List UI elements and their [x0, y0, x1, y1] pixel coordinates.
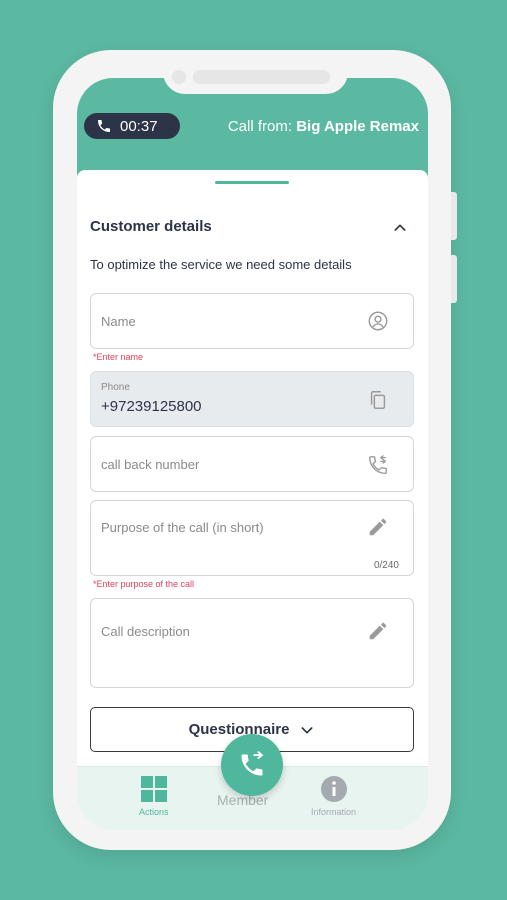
call-timer[interactable]: 00:37	[84, 113, 180, 139]
description-placeholder: Call description	[101, 624, 190, 639]
callback-field[interactable]: call back number	[90, 436, 414, 492]
nav-information-label: Information	[311, 807, 357, 817]
timer-value: 00:37	[120, 117, 158, 135]
phone-icon	[98, 120, 110, 132]
chevron-up-icon[interactable]	[392, 220, 408, 236]
name-field[interactable]: Name	[90, 293, 414, 349]
pencil-icon	[369, 518, 387, 536]
purpose-error: *Enter purpose of the call	[93, 579, 195, 589]
purpose-placeholder: Purpose of the call (in short)	[101, 520, 264, 535]
callback-icon	[369, 455, 387, 474]
nav-actions-label: Actions	[139, 807, 169, 817]
name-error: *Enter name	[93, 352, 144, 362]
description-field[interactable]: Call description	[90, 598, 414, 688]
chevron-down-icon	[301, 726, 313, 733]
purpose-counter: 0/240	[373, 560, 399, 571]
camera-dot	[172, 70, 186, 84]
grid-icon	[140, 776, 167, 802]
call-transfer-icon	[241, 751, 264, 776]
info-icon	[320, 776, 347, 802]
caller-name: Big Apple Remax	[296, 118, 419, 135]
name-placeholder: Name	[101, 314, 136, 329]
section-subtitle: To optimize the service we need some det…	[90, 257, 352, 272]
section-title: Customer details	[90, 218, 212, 235]
purpose-field[interactable]: Purpose of the call (in short) 0/240	[90, 500, 414, 576]
pencil-icon	[369, 622, 387, 640]
person-icon	[368, 311, 388, 331]
speaker-grille	[193, 70, 330, 84]
details-sheet: Customer details To optimize the service…	[77, 170, 428, 830]
caller-info: Call from: Big Apple Remax	[228, 118, 419, 135]
callback-placeholder: call back number	[101, 457, 200, 472]
copy-icon[interactable]	[367, 389, 389, 411]
sheet-handle[interactable]	[215, 181, 289, 184]
call-action-button[interactable]	[221, 734, 283, 796]
phone-side-button	[451, 192, 457, 240]
phone-field: Phone +97239125800	[90, 371, 414, 427]
app-screen: 00:37 Call from: Big Apple Remax Custome…	[77, 78, 428, 830]
nav-information[interactable]: Information	[311, 775, 356, 817]
phone-value: +97239125800	[101, 398, 202, 415]
nav-actions[interactable]: Actions	[139, 775, 169, 817]
call-from-label: Call from:	[227, 118, 297, 135]
phone-label: Phone	[101, 382, 130, 393]
phone-side-button	[451, 255, 457, 303]
